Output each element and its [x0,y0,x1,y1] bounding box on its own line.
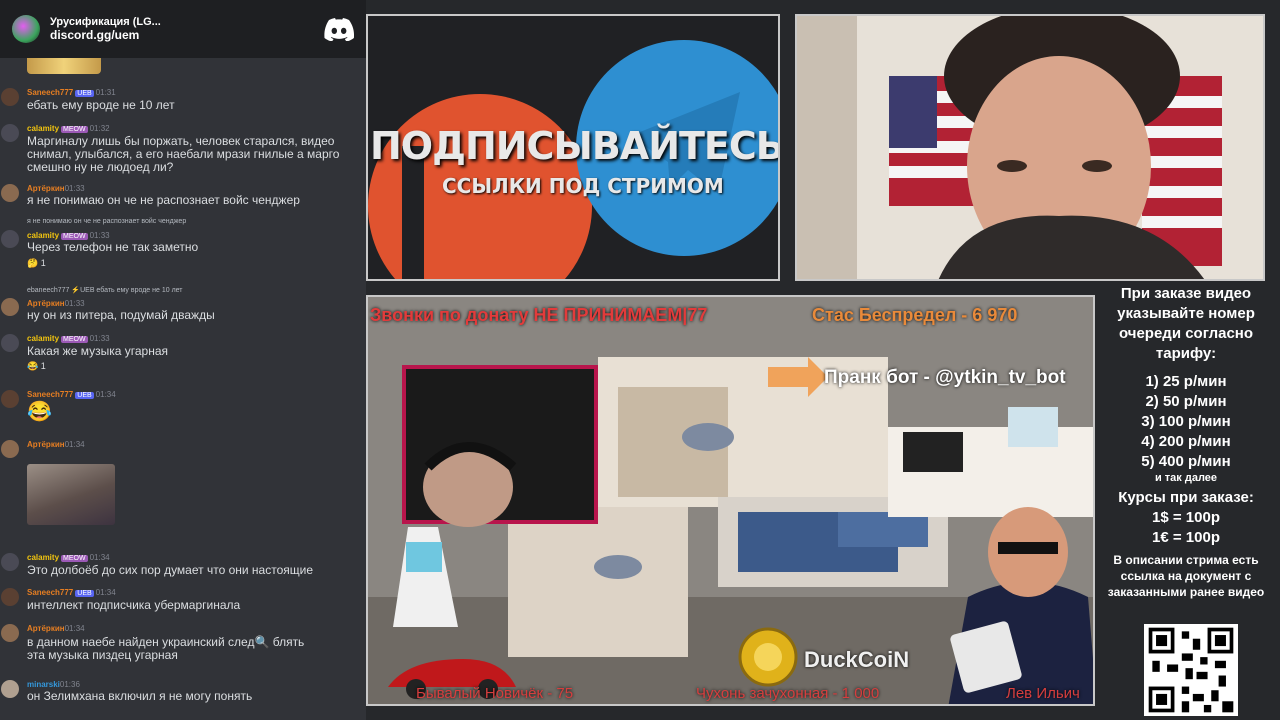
attachment-image[interactable] [27,464,115,525]
server-invite-link[interactable]: discord.gg/uem [50,28,314,42]
user-avatar[interactable] [1,124,19,142]
order-heading: При заказе видео указывайте номер очеред… [1117,285,1255,362]
main-stream-scene: Звонки по донату НЕ ПРИНИМАЕМ|77 Стас Бе… [366,295,1095,706]
rate-item: 1$ = 100р [1152,509,1220,526]
user-avatar[interactable] [1,298,19,316]
description-note: В описании стрима есть ссылка на докумен… [1107,553,1265,599]
message-text: Маргиналу лишь бы поржать, человек стара… [27,134,340,174]
discord-chat-panel: Урусификация (LG... discord.gg/uem Sanee… [0,0,366,720]
server-title: Урусификация (LG... [50,16,161,28]
message-text: ебать ему вроде не 10 лет [27,98,175,112]
user-avatar[interactable] [1,230,19,248]
user-avatar[interactable] [1,624,19,642]
user-avatar[interactable] [1,440,19,458]
donation-calls-notice: Звонки по донату НЕ ПРИНИМАЕМ|77 [370,305,708,325]
tariff-item: 1) 25 р/мин [1145,373,1227,390]
message-text: ну он из питера, подумай дважды [27,308,215,322]
user-avatar[interactable] [1,88,19,106]
user-avatar[interactable] [1,680,19,698]
duckcoin-logo [738,627,798,687]
discord-logo-icon [324,18,354,41]
message-text: интеллект подписчика убермаргинала [27,598,241,612]
bottom-donor-right: Лев Ильич [1006,685,1080,702]
message-text: я не понимаю он че не распознает войс че… [27,193,300,207]
tariff-etc: и так далее [1154,472,1218,484]
tariff-item: 4) 200 р/мин [1141,433,1231,450]
chat-header[interactable]: Урусификация (LG... discord.gg/uem [0,0,366,58]
reaction[interactable]: 🤔 1 [27,258,46,269]
qr-code-icon [1144,624,1238,716]
message-text: Какая же музыка угарная [27,344,169,358]
reply-preview[interactable]: ebaneech777 ⚡UEB ебать ему вроде не 10 л… [27,286,183,294]
tariff-item: 5) 400 р/мин [1141,453,1231,470]
rate-item: 1€ = 100р [1152,529,1220,546]
user-avatar[interactable] [1,184,19,202]
reaction[interactable]: 😂 1 [27,361,46,372]
streamer-webcam [795,14,1265,281]
duckcoin-label: DuckCoiN [804,647,910,672]
rates-title: Курсы при заказе: [1118,489,1254,506]
stream-layout: Урусификация (LG... discord.gg/uem Sanee… [0,0,1280,720]
tariff-item: 2) 50 р/мин [1145,393,1227,410]
monitor [903,432,963,472]
facecam-overlay [402,365,598,527]
user-avatar[interactable] [1,390,19,408]
message-text: он Зелимхана включил я не могу понять [27,689,253,703]
message-text: Через телефон не так заметно [27,240,199,254]
bottom-donor-middle: Чухонь зачухонная - 1 000 [696,685,880,702]
server-avatar [12,15,40,43]
attachment-image[interactable] [27,58,101,74]
message-emoji: 😂 [27,401,52,423]
order-info-panel: При заказе видео указывайте номер очеред… [1100,284,1272,600]
top-donor: Стас Беспредел - 6 970 [812,305,1018,325]
tariff-item: 3) 100 р/мин [1141,413,1231,430]
user-avatar[interactable] [1,588,19,606]
promo-title: ПОДПИСЫВАЙТЕСЬ [370,124,780,168]
subscribe-banner: ПОДПИСЫВАЙТЕСЬ ССЫЛКИ ПОД СТРИМОМ [366,14,780,281]
user-avatar[interactable] [1,553,19,571]
bottom-donor-left: Бывалый Новичёк - 75 [416,685,574,702]
reply-preview[interactable]: я не понимаю он че не распознает войс че… [27,218,186,225]
prank-bot-link: Пранк бот - @ytkin_tv_bot [824,367,1066,388]
message-text: Это долбоёб до сих пор думает что они на… [27,563,314,577]
user-avatar[interactable] [1,334,19,352]
promo-subtitle: ССЫЛКИ ПОД СТРИМОМ [442,174,724,198]
message-text: в данном наебе найден украинский след🔍 б… [27,635,305,662]
